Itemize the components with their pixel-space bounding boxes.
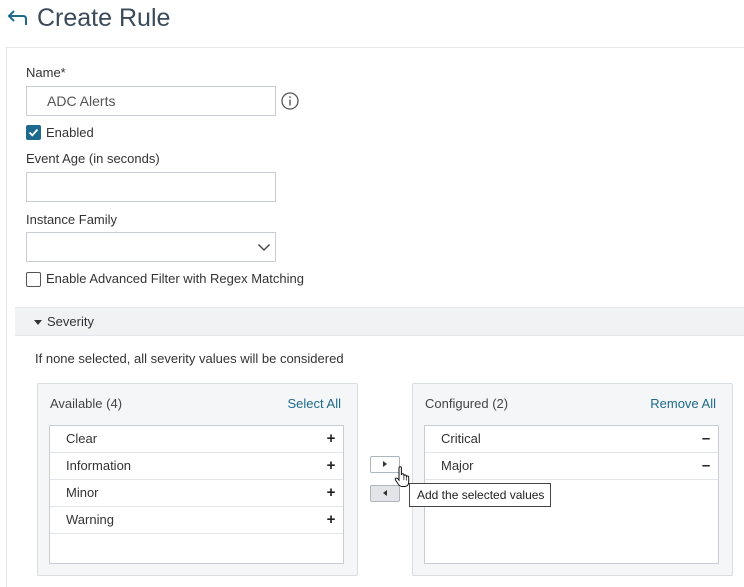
minus-icon[interactable]: – — [700, 453, 712, 479]
severity-section-title: Severity — [47, 314, 94, 329]
list-item[interactable]: Information + — [50, 453, 343, 480]
available-title: Available (4) — [50, 396, 123, 411]
configured-box: Configured (2) Remove All Critical – Maj… — [412, 383, 733, 576]
list-item-label: Major — [441, 458, 474, 473]
minus-icon[interactable]: – — [700, 426, 712, 452]
severity-section-header[interactable]: Severity — [15, 307, 744, 336]
plus-icon[interactable]: + — [325, 480, 337, 506]
plus-icon[interactable]: + — [325, 453, 337, 479]
page-header: Create Rule — [0, 0, 744, 40]
list-item-label: Clear — [66, 431, 98, 446]
available-box: Available (4) Select All Clear + Informa… — [37, 383, 358, 576]
remove-all-link[interactable]: Remove All — [650, 396, 716, 411]
severity-hint: If none selected, all severity values wi… — [35, 351, 344, 366]
tooltip: Add the selected values — [409, 483, 551, 507]
list-item[interactable]: Critical – — [425, 426, 718, 453]
arrow-right-icon — [383, 461, 387, 467]
arrow-left-icon — [383, 490, 387, 496]
list-item-label: Critical — [441, 431, 481, 446]
list-item[interactable]: Minor + — [50, 480, 343, 507]
enabled-checkbox[interactable] — [26, 125, 41, 140]
plus-icon[interactable]: + — [325, 426, 337, 452]
available-list: Clear + Information + Minor + Warning + — [49, 425, 344, 564]
instance-family-label: Instance Family — [26, 212, 118, 227]
instance-family-select[interactable] — [26, 232, 276, 262]
list-item-label: Minor — [66, 485, 99, 500]
page-title: Create Rule — [37, 4, 171, 32]
back-arrow-icon[interactable] — [6, 9, 28, 29]
name-label: Name* — [26, 65, 66, 80]
chevron-down-icon — [258, 244, 270, 251]
advanced-filter-label: Enable Advanced Filter with Regex Matchi… — [46, 271, 304, 286]
event-age-input[interactable] — [26, 172, 276, 202]
list-item[interactable]: Clear + — [50, 426, 343, 453]
list-item[interactable]: Warning + — [50, 507, 343, 534]
list-item-label: Information — [66, 458, 132, 473]
enabled-label: Enabled — [46, 125, 94, 140]
event-age-label: Event Age (in seconds) — [26, 151, 160, 166]
info-icon[interactable] — [281, 92, 299, 110]
list-item[interactable]: Major – — [425, 453, 718, 480]
caret-down-icon — [34, 320, 42, 325]
select-all-link[interactable]: Select All — [288, 396, 341, 411]
list-item-label: Warning — [66, 512, 114, 527]
checkmark-icon — [28, 128, 39, 137]
plus-icon[interactable]: + — [325, 507, 337, 533]
hand-cursor-icon — [394, 466, 410, 487]
configured-title: Configured (2) — [425, 396, 509, 411]
name-input[interactable]: ADC Alerts — [26, 86, 276, 116]
advanced-filter-checkbox[interactable] — [26, 272, 41, 287]
